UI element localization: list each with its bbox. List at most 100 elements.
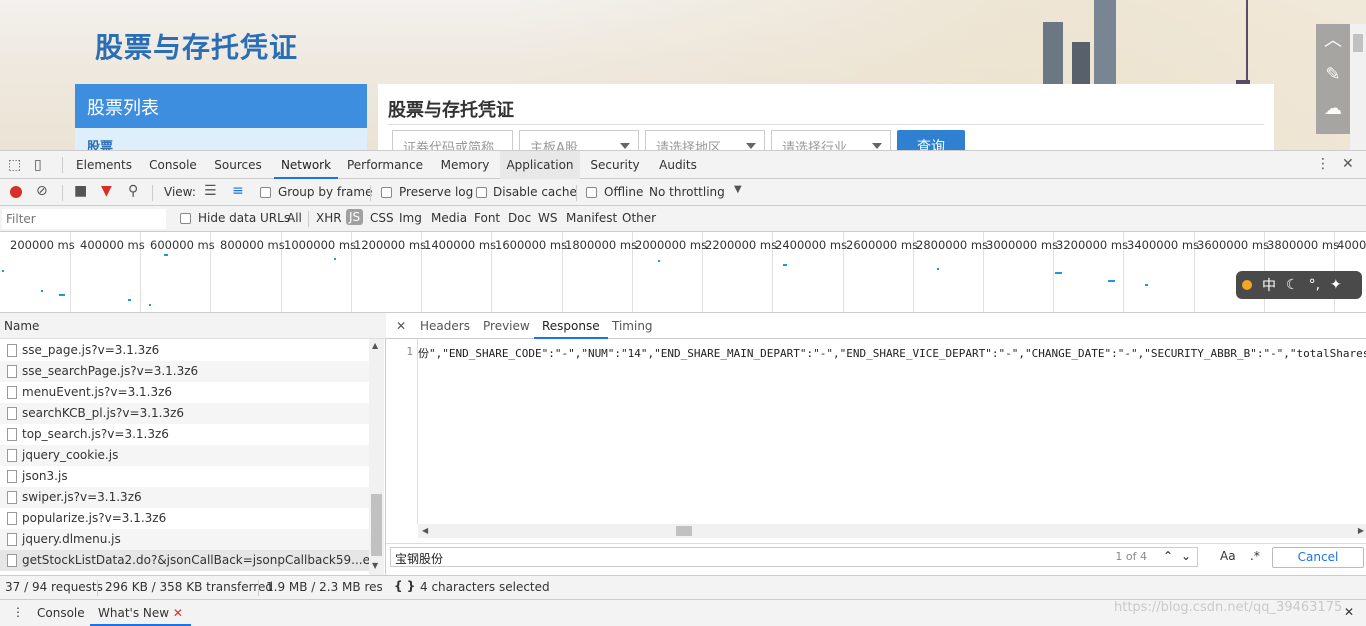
type-filter-manifest[interactable]: Manifest bbox=[566, 211, 617, 225]
clear-icon[interactable]: ⊘ bbox=[36, 183, 48, 199]
group-by-frame-checkbox[interactable] bbox=[260, 187, 271, 198]
hide-data-urls-checkbox[interactable] bbox=[180, 213, 191, 224]
ime-language[interactable]: 中 bbox=[1262, 275, 1276, 295]
scroll-down-icon[interactable]: ▼ bbox=[372, 561, 378, 570]
tab-network[interactable]: Network bbox=[274, 151, 338, 179]
type-filter-all[interactable]: All bbox=[287, 211, 302, 225]
industry-select[interactable]: 请选择行业 bbox=[771, 130, 891, 150]
filter-icon[interactable]: ▼ bbox=[101, 183, 112, 199]
drawer-tab-console[interactable]: Console bbox=[37, 606, 85, 620]
record-icon[interactable] bbox=[10, 186, 22, 198]
scrollbar-thumb[interactable] bbox=[1353, 34, 1363, 52]
wrench-icon[interactable]: ✦ bbox=[1330, 277, 1342, 293]
waterfall-icon[interactable]: ≡ bbox=[232, 183, 244, 199]
type-filter-xhr[interactable]: XHR bbox=[316, 211, 342, 225]
pretty-print-icon[interactable]: { } bbox=[394, 579, 415, 593]
feedback-icon[interactable]: ✎ bbox=[1316, 58, 1350, 92]
tab-performance[interactable]: Performance bbox=[344, 151, 426, 179]
scroll-left-icon[interactable]: ◀ bbox=[422, 526, 428, 535]
drawer-tab-whats-new[interactable]: What's New ✕ bbox=[90, 602, 191, 626]
regex-button[interactable]: .* bbox=[1250, 549, 1260, 563]
close-icon[interactable]: ✕ bbox=[1342, 156, 1354, 172]
type-filter-font[interactable]: Font bbox=[474, 211, 500, 225]
name-column-header[interactable]: Name bbox=[0, 313, 386, 339]
query-button[interactable]: 查询 bbox=[897, 130, 965, 150]
find-input[interactable]: 宝钢股份 1 of 4 ⌃ ⌄ bbox=[390, 547, 1198, 567]
more-options-icon[interactable]: ⋮ bbox=[1316, 156, 1330, 172]
chevron-down-icon[interactable]: ▼ bbox=[734, 184, 742, 195]
request-row[interactable]: jquery_cookie.js bbox=[0, 445, 370, 466]
request-row-selected[interactable]: getStockListData2.do?&jsonCallBack=jsonp… bbox=[0, 550, 370, 571]
type-filter-js[interactable]: JS bbox=[346, 209, 364, 225]
type-filter-doc[interactable]: Doc bbox=[508, 211, 531, 225]
close-icon[interactable]: ✕ bbox=[1344, 605, 1354, 619]
request-row[interactable]: jquery.dlmenu.js bbox=[0, 529, 370, 550]
next-match-icon[interactable]: ⌄ bbox=[1181, 549, 1191, 563]
ime-toolbar[interactable]: 中 ☾ °, ✦ bbox=[1236, 271, 1362, 299]
request-row[interactable]: sse_page.js?v=3.1.3z6 bbox=[0, 340, 370, 361]
drawer-menu-icon[interactable]: ⋮ bbox=[12, 605, 24, 619]
type-filter-img[interactable]: Img bbox=[399, 211, 422, 225]
list-scrollbar[interactable]: ▲ ▼ bbox=[369, 339, 384, 575]
tab-response[interactable]: Response bbox=[534, 313, 608, 339]
large-rows-icon[interactable]: ☰ bbox=[204, 183, 217, 199]
tab-headers[interactable]: Headers bbox=[420, 313, 470, 339]
filter-input[interactable] bbox=[2, 209, 166, 229]
type-filter-media[interactable]: Media bbox=[431, 211, 467, 225]
inspect-element-icon[interactable]: ⬚ bbox=[8, 157, 21, 173]
punctuation-icon[interactable]: °, bbox=[1309, 277, 1320, 293]
request-row[interactable]: sse_searchPage.js?v=3.1.3z6 bbox=[0, 361, 370, 382]
request-row[interactable]: searchKCB_pl.js?v=3.1.3z6 bbox=[0, 403, 370, 424]
tab-memory[interactable]: Memory bbox=[436, 151, 494, 179]
group-by-frame-label[interactable]: Group by frame bbox=[278, 185, 372, 199]
offline-label[interactable]: Offline bbox=[604, 185, 643, 199]
request-row[interactable]: top_search.js?v=3.1.3z6 bbox=[0, 424, 370, 445]
throttling-select[interactable]: No throttling bbox=[649, 185, 725, 199]
horizontal-scrollbar[interactable]: ◀ ▶ bbox=[418, 524, 1366, 538]
preserve-log-label[interactable]: Preserve log bbox=[399, 185, 473, 199]
preserve-log-checkbox[interactable] bbox=[381, 187, 392, 198]
back-to-top-icon[interactable]: ︿ bbox=[1316, 24, 1350, 58]
sidebar-item-stocks[interactable]: 股票 bbox=[75, 128, 367, 150]
region-select[interactable]: 请选择地区 bbox=[645, 130, 765, 150]
moon-icon[interactable]: ☾ bbox=[1286, 277, 1299, 293]
security-code-input[interactable]: 证券代码或简称 bbox=[392, 130, 513, 150]
page-scrollbar[interactable] bbox=[1350, 24, 1366, 150]
tab-timing[interactable]: Timing bbox=[612, 313, 653, 339]
scrollbar-thumb[interactable] bbox=[371, 494, 382, 556]
search-icon[interactable]: ⚲ bbox=[128, 183, 138, 199]
tab-audits[interactable]: Audits bbox=[654, 151, 702, 179]
disable-cache-checkbox[interactable] bbox=[476, 187, 487, 198]
match-case-button[interactable]: Aa bbox=[1220, 549, 1236, 563]
wechat-icon[interactable]: ☁ bbox=[1316, 92, 1350, 126]
previous-match-icon[interactable]: ⌃ bbox=[1163, 549, 1173, 563]
hide-data-urls-label[interactable]: Hide data URLs bbox=[198, 211, 290, 225]
request-row[interactable]: swiper.js?v=3.1.3z6 bbox=[0, 487, 370, 508]
type-filter-ws[interactable]: WS bbox=[538, 211, 557, 225]
tab-elements[interactable]: Elements bbox=[72, 151, 136, 179]
disable-cache-label[interactable]: Disable cache bbox=[493, 185, 577, 199]
capture-screenshots-icon[interactable]: ■ bbox=[74, 183, 87, 199]
type-filter-other[interactable]: Other bbox=[622, 211, 656, 225]
tab-preview[interactable]: Preview bbox=[483, 313, 530, 339]
offline-checkbox[interactable] bbox=[586, 187, 597, 198]
close-icon[interactable]: ✕ bbox=[396, 313, 406, 339]
cancel-button[interactable]: Cancel bbox=[1272, 547, 1364, 568]
request-row[interactable]: popularize.js?v=3.1.3z6 bbox=[0, 508, 370, 529]
close-icon[interactable]: ✕ bbox=[173, 606, 183, 620]
type-filter-css[interactable]: CSS bbox=[370, 211, 394, 225]
response-text[interactable]: 份","END_SHARE_CODE":"-","NUM":"14","END_… bbox=[418, 345, 1366, 361]
request-row[interactable]: menuEvent.js?v=3.1.3z6 bbox=[0, 382, 370, 403]
response-viewer[interactable]: 1 份","END_SHARE_CODE":"-","NUM":"14","EN… bbox=[386, 339, 1366, 524]
device-toolbar-icon[interactable]: ▯ bbox=[34, 157, 42, 173]
scrollbar-thumb[interactable] bbox=[676, 526, 692, 536]
scroll-up-icon[interactable]: ▲ bbox=[372, 341, 378, 350]
request-row[interactable]: json3.js bbox=[0, 466, 370, 487]
scroll-right-icon[interactable]: ▶ bbox=[1358, 526, 1364, 535]
timeline-overview[interactable]: 200000 ms 400000 ms 600000 ms 800000 ms … bbox=[0, 232, 1366, 313]
tab-security[interactable]: Security bbox=[588, 151, 642, 179]
tab-sources[interactable]: Sources bbox=[210, 151, 266, 179]
tab-application[interactable]: Application bbox=[500, 151, 580, 179]
board-select[interactable]: 主板A股 bbox=[519, 130, 639, 150]
tab-console[interactable]: Console bbox=[142, 151, 204, 179]
